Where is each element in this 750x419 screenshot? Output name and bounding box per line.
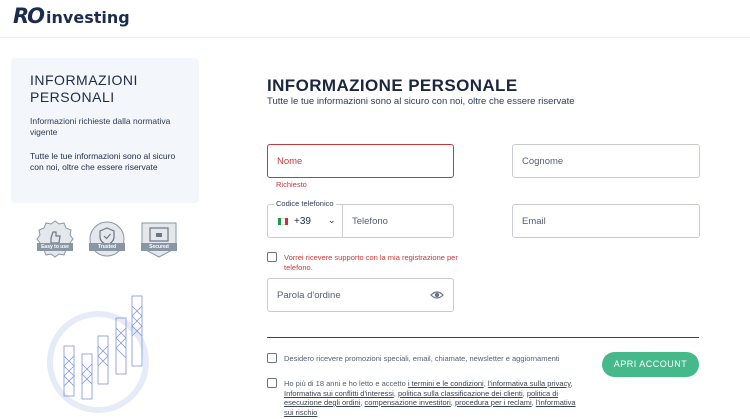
info-panel-title: INFORMAZIONI PERSONALI: [30, 72, 138, 105]
password-placeholder: Parola d'ordine: [277, 290, 341, 301]
lock-screen-icon: [141, 222, 177, 258]
password-field[interactable]: Parola d'ordine: [267, 278, 454, 312]
info-panel-note: Tutte le tue informazioni sono al sicuro…: [30, 151, 176, 172]
email-field[interactable]: Email: [512, 204, 700, 238]
terms-checkbox[interactable]: [267, 378, 277, 388]
last-name-placeholder: Cognome: [522, 156, 564, 167]
logo-text: investing: [46, 7, 130, 27]
link-investor-compensation[interactable]: compensazione investitori: [364, 398, 450, 407]
form-subtitle: Tutte le tue informazioni sono al sicuro…: [267, 96, 575, 107]
form-title: INFORMAZIONE PERSONALE: [267, 76, 518, 95]
roinvesting-logo[interactable]: RO investing: [13, 4, 130, 28]
info-panel: INFORMAZIONI PERSONALI Informazioni rich…: [11, 58, 199, 203]
first-name-field[interactable]: Nome: [267, 144, 454, 178]
support-checkbox-label: Vorrei ricevere supporto con la mia regi…: [284, 253, 458, 272]
eye-icon[interactable]: [430, 289, 444, 301]
divider: [267, 337, 699, 338]
info-panel-subtitle: Informazioni richieste dalla normativa v…: [30, 116, 171, 137]
growth-bars-illustration: [47, 295, 149, 413]
shield-check-icon: [89, 221, 125, 257]
phone-field[interactable]: Codice telefonico +39 ⌄ Telefono: [267, 199, 454, 238]
italy-flag-icon: [278, 218, 288, 225]
badge-secured: Secured: [139, 220, 179, 258]
country-code-select[interactable]: +39 ⌄: [268, 205, 343, 237]
header: RO investing: [0, 0, 750, 38]
last-name-field[interactable]: Cognome: [512, 144, 700, 178]
link-complaints[interactable]: procedura per i reclami: [455, 398, 532, 407]
logo-mark: RO: [13, 4, 45, 28]
first-name-placeholder: Nome: [277, 156, 303, 167]
terms-checkbox-label: Ho più di 18 anni e ho letto e accetto i…: [284, 379, 576, 417]
support-checkbox[interactable]: [267, 252, 277, 262]
promo-checkbox-label: Desidero ricevere promozioni speciali, e…: [284, 354, 560, 363]
link-conflicts[interactable]: Informativa sui conflitti d'interessi: [284, 389, 394, 398]
link-privacy[interactable]: l'informativa sulla privacy: [488, 379, 571, 388]
chevron-down-icon: ⌄: [328, 215, 336, 225]
badge-label: Easy to use: [37, 243, 73, 251]
link-client-classification[interactable]: politica sulla classificazione dei clien…: [398, 389, 523, 398]
email-placeholder: Email: [522, 216, 546, 227]
first-name-error: Richiesto: [276, 180, 307, 189]
badge-label: Trusted: [89, 243, 125, 251]
link-terms[interactable]: i termini e le condizioni: [408, 379, 484, 388]
country-code-value: +39: [294, 216, 311, 227]
badge-trusted: Trusted: [87, 220, 127, 258]
trust-badges: Easy to use Trusted Secured: [35, 220, 179, 258]
thumbs-up-icon: [36, 220, 74, 258]
badge-easy-to-use: Easy to use: [35, 220, 75, 258]
badge-label: Secured: [141, 243, 177, 251]
terms-text: Ho più di 18 anni e ho letto e accetto: [284, 379, 408, 388]
promo-checkbox[interactable]: [267, 353, 277, 363]
phone-placeholder: Telefono: [352, 216, 388, 227]
open-account-button[interactable]: APRI ACCOUNT: [602, 352, 699, 377]
